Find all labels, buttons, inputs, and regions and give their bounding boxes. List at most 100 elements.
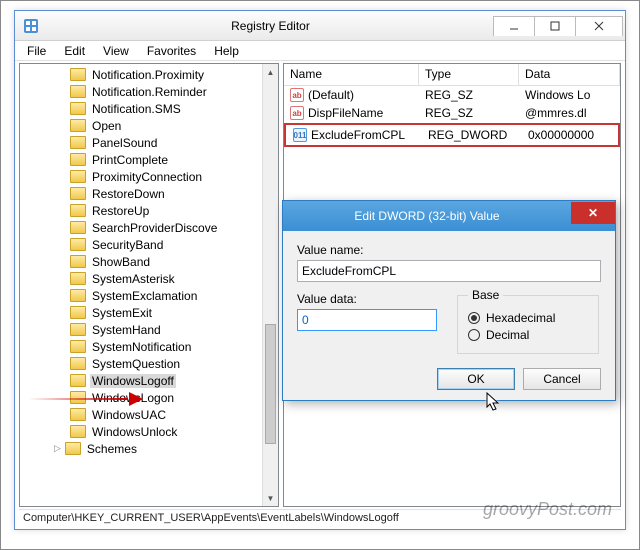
tree-item[interactable]: Notification.Proximity bbox=[20, 66, 278, 83]
value-type: REG_DWORD bbox=[422, 128, 522, 142]
radio-hex-input[interactable] bbox=[468, 312, 480, 324]
col-name[interactable]: Name bbox=[284, 64, 419, 85]
tree-scrollbar[interactable]: ▲ ▼ bbox=[262, 64, 278, 506]
tree-item[interactable]: Notification.SMS bbox=[20, 100, 278, 117]
folder-icon bbox=[70, 102, 86, 115]
titlebar[interactable]: Registry Editor bbox=[15, 11, 625, 41]
scroll-up-icon[interactable]: ▲ bbox=[263, 64, 278, 80]
folder-icon bbox=[70, 408, 86, 421]
folder-icon bbox=[70, 255, 86, 268]
string-icon: ab bbox=[290, 88, 304, 102]
ok-button[interactable]: OK bbox=[437, 368, 515, 390]
menu-edit[interactable]: Edit bbox=[56, 42, 93, 60]
dword-icon: 011 bbox=[293, 128, 307, 142]
tree-item[interactable]: SystemNotification bbox=[20, 338, 278, 355]
folder-icon bbox=[70, 85, 86, 98]
radio-hex-label: Hexadecimal bbox=[486, 311, 555, 325]
dialog-titlebar[interactable]: Edit DWORD (32-bit) Value ✕ bbox=[283, 201, 615, 231]
list-header: Name Type Data bbox=[284, 64, 620, 86]
col-type[interactable]: Type bbox=[419, 64, 519, 85]
tree-item[interactable]: Notification.Reminder bbox=[20, 83, 278, 100]
tree-item[interactable]: WindowsUnlock bbox=[20, 423, 278, 440]
value-name: ExcludeFromCPL bbox=[311, 128, 405, 142]
folder-icon bbox=[70, 153, 86, 166]
folder-icon bbox=[70, 238, 86, 251]
tree-item[interactable]: SystemAsterisk bbox=[20, 270, 278, 287]
tree-item-label: Notification.SMS bbox=[90, 102, 183, 116]
value-name-input[interactable] bbox=[297, 260, 601, 282]
tree-item[interactable]: PrintComplete bbox=[20, 151, 278, 168]
tree-item[interactable]: SystemQuestion bbox=[20, 355, 278, 372]
tree-item[interactable]: PanelSound bbox=[20, 134, 278, 151]
scroll-down-icon[interactable]: ▼ bbox=[263, 490, 278, 506]
tree-item-label: WindowsLogoff bbox=[90, 374, 176, 388]
folder-icon bbox=[70, 323, 86, 336]
radio-decimal[interactable]: Decimal bbox=[468, 328, 588, 342]
radio-hex[interactable]: Hexadecimal bbox=[468, 311, 588, 325]
tree-item-label: ShowBand bbox=[90, 255, 152, 269]
tree-item[interactable]: SystemExit bbox=[20, 304, 278, 321]
folder-icon bbox=[70, 357, 86, 370]
tree-item-label: SystemNotification bbox=[90, 340, 193, 354]
value-data-input[interactable] bbox=[297, 309, 437, 331]
tree-item[interactable]: RestoreUp bbox=[20, 202, 278, 219]
tree-item[interactable]: WindowsUAC bbox=[20, 406, 278, 423]
tree-item-label: SecurityBand bbox=[90, 238, 165, 252]
value-name: (Default) bbox=[308, 88, 354, 102]
radio-dec-input[interactable] bbox=[468, 329, 480, 341]
value-data: Windows Lo bbox=[519, 88, 620, 102]
tree-item[interactable]: ▷ Schemes bbox=[20, 440, 278, 457]
maximize-button[interactable] bbox=[534, 16, 576, 36]
folder-icon bbox=[70, 272, 86, 285]
base-legend: Base bbox=[468, 288, 503, 302]
value-type: REG_SZ bbox=[419, 106, 519, 120]
tree-item-label: SystemHand bbox=[90, 323, 163, 337]
menu-help[interactable]: Help bbox=[206, 42, 247, 60]
dialog-close-button[interactable]: ✕ bbox=[571, 202, 615, 224]
tree-item[interactable]: WindowsLogoff bbox=[20, 372, 278, 389]
value-data-label: Value data: bbox=[297, 292, 437, 306]
tree-item-label: WindowsUnlock bbox=[90, 425, 179, 439]
folder-icon bbox=[70, 187, 86, 200]
folder-icon bbox=[65, 442, 81, 455]
scroll-thumb[interactable] bbox=[265, 324, 276, 444]
tree-item-label: SystemExit bbox=[90, 306, 154, 320]
minimize-button[interactable] bbox=[493, 16, 535, 36]
list-row[interactable]: 011 ExcludeFromCPL REG_DWORD0x00000000 bbox=[287, 126, 617, 144]
close-button[interactable] bbox=[575, 16, 623, 36]
annotation-highlight: 011 ExcludeFromCPL REG_DWORD0x00000000 bbox=[284, 123, 620, 147]
folder-icon bbox=[70, 374, 86, 387]
menu-file[interactable]: File bbox=[19, 42, 54, 60]
value-data: 0x00000000 bbox=[522, 128, 617, 142]
tree-item-label: WindowsUAC bbox=[90, 408, 168, 422]
tree-item[interactable]: ShowBand bbox=[20, 253, 278, 270]
tree-item[interactable]: Open bbox=[20, 117, 278, 134]
base-group: Base Hexadecimal Decimal bbox=[457, 288, 599, 354]
dialog-title: Edit DWORD (32-bit) Value bbox=[283, 209, 571, 223]
tree-item-label: Open bbox=[90, 119, 123, 133]
tree-item[interactable]: SecurityBand bbox=[20, 236, 278, 253]
cancel-button[interactable]: Cancel bbox=[523, 368, 601, 390]
tree-item-label: RestoreUp bbox=[90, 204, 151, 218]
list-row[interactable]: abDispFileNameREG_SZ@mmres.dl bbox=[284, 104, 620, 122]
folder-icon bbox=[70, 340, 86, 353]
tree-item[interactable]: SystemExclamation bbox=[20, 287, 278, 304]
tree-item[interactable]: RestoreDown bbox=[20, 185, 278, 202]
folder-icon bbox=[70, 68, 86, 81]
tree-pane[interactable]: Notification.ProximityNotification.Remin… bbox=[19, 63, 279, 507]
tree-item[interactable]: SearchProviderDiscove bbox=[20, 219, 278, 236]
window-title: Registry Editor bbox=[47, 19, 494, 33]
tree-item[interactable]: SystemHand bbox=[20, 321, 278, 338]
expand-icon[interactable]: ▷ bbox=[54, 443, 61, 454]
annotation-arrow bbox=[28, 393, 143, 405]
tree-item-label: Schemes bbox=[85, 442, 139, 456]
menu-favorites[interactable]: Favorites bbox=[139, 42, 204, 60]
folder-icon bbox=[70, 136, 86, 149]
value-name: DispFileName bbox=[308, 106, 383, 120]
folder-icon bbox=[70, 170, 86, 183]
menu-view[interactable]: View bbox=[95, 42, 137, 60]
col-data[interactable]: Data bbox=[519, 64, 620, 85]
tree-item[interactable]: ProximityConnection bbox=[20, 168, 278, 185]
list-row[interactable]: ab(Default)REG_SZWindows Lo bbox=[284, 86, 620, 104]
app-icon bbox=[23, 18, 39, 34]
